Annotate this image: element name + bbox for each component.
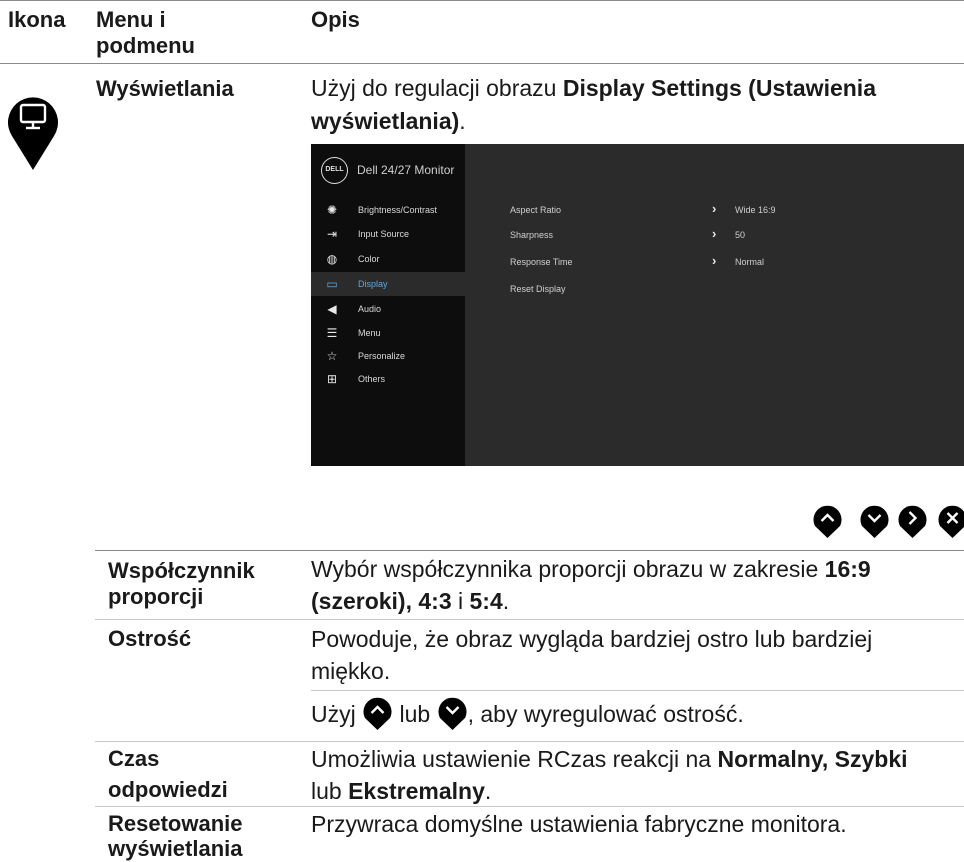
aspect-ratio-desc-line1: Wybór współczynnika proporcji obrazu w z… (311, 556, 871, 582)
header-desc-col: Opis (311, 7, 360, 32)
chevron-right-icon: › (712, 253, 717, 268)
osd-setting-aspect-ratio[interactable]: Aspect Ratio (510, 205, 561, 215)
osd-value-response-time: Normal (735, 257, 765, 267)
top-rule (0, 0, 964, 1)
chevron-down-icon[interactable] (859, 502, 890, 538)
sharpness-name: Ostrość (108, 626, 192, 651)
osd-item-display[interactable]: ▭ Display (311, 272, 465, 296)
reset-display-desc: Przywraca domyślne ustawienia fabryczne … (311, 811, 847, 837)
header-rule (0, 63, 964, 64)
menu-icon: ☰ (326, 326, 338, 340)
osd-item-others[interactable]: ⊞ Others (311, 367, 465, 391)
aspect-ratio-name-line2: proporcji (108, 584, 204, 609)
osd-setting-sharpness[interactable]: Sharpness (510, 230, 553, 240)
palette-icon: ◍ (326, 252, 338, 266)
header-menu-col-line1: Menu i (96, 7, 166, 32)
osd-item-personalize[interactable]: ☆ Personalize (311, 344, 465, 368)
response-time-name-line2: odpowiedzi (108, 777, 228, 802)
chevron-right-icon[interactable] (897, 502, 928, 538)
sharpness-desc-line2: miękko. (311, 658, 391, 684)
chevron-up-icon[interactable] (812, 502, 843, 538)
osd-item-menu[interactable]: ☰ Menu (311, 321, 465, 345)
sharpness-inner-rule (311, 690, 964, 691)
display-desc-line1: Użyj do regulacji obrazu Display Setting… (311, 75, 876, 101)
aspect-ratio-desc-line2: (szeroki), 4:3 i 5:4. (311, 588, 510, 614)
sharpness-desc-line3: Użyj lub , aby wyregulować ostrość. (311, 694, 744, 731)
osd-item-color[interactable]: ◍ Color (311, 247, 465, 271)
row-rule-sharpness (95, 619, 964, 620)
reset-display-name-line1: Resetowanie (108, 811, 243, 836)
response-time-name-line1: Czas (108, 746, 160, 771)
display-desc-line2: wyświetlania). (311, 108, 466, 134)
response-time-desc-line2: lub Ekstremalny. (311, 778, 492, 804)
chevron-right-icon: › (712, 201, 717, 216)
chevron-down-icon (438, 697, 467, 730)
chevron-up-icon (363, 697, 392, 730)
header-menu-col-line2: podmenu (96, 33, 195, 58)
osd-item-input-source[interactable]: ⇥ Input Source (311, 222, 465, 246)
osd-setting-reset-display[interactable]: Reset Display (510, 284, 566, 294)
row-rule-aspect (95, 550, 964, 551)
osd-screenshot: DELL Dell 24/27 Monitor ✺ Brightness/Con… (311, 144, 964, 466)
aspect-ratio-name-line1: Współczynnik (108, 558, 255, 583)
speaker-icon: ◀ (327, 302, 337, 316)
display-menu-name: Wyświetlania (96, 76, 234, 101)
osd-value-aspect-ratio: Wide 16:9 (735, 205, 776, 215)
osd-item-brightness[interactable]: ✺ Brightness/Contrast (311, 198, 465, 222)
monitor-icon: ▭ (326, 277, 338, 291)
osd-setting-response-time[interactable]: Response Time (510, 257, 573, 267)
reset-display-name-line2: wyświetlania (108, 836, 243, 861)
star-icon: ☆ (326, 349, 338, 363)
osd-item-audio[interactable]: ◀ Audio (311, 297, 465, 321)
sun-icon: ✺ (326, 203, 338, 217)
osd-title: Dell 24/27 Monitor (357, 163, 455, 177)
osd-sidebar: DELL Dell 24/27 Monitor ✺ Brightness/Con… (311, 144, 465, 466)
osd-value-sharpness: 50 (735, 230, 746, 240)
others-icon: ⊞ (326, 372, 338, 386)
header-icon-col: Ikona (8, 7, 66, 32)
sharpness-desc-line1: Powoduje, że obraz wygląda bardziej ostr… (311, 626, 873, 652)
chevron-right-icon: › (712, 226, 717, 241)
display-pin-icon (7, 97, 59, 170)
close-icon[interactable] (937, 502, 964, 538)
dell-logo: DELL (321, 157, 348, 184)
response-time-desc-line1: Umożliwia ustawienie RCzas reakcji na No… (311, 746, 908, 772)
input-icon: ⇥ (326, 227, 338, 241)
